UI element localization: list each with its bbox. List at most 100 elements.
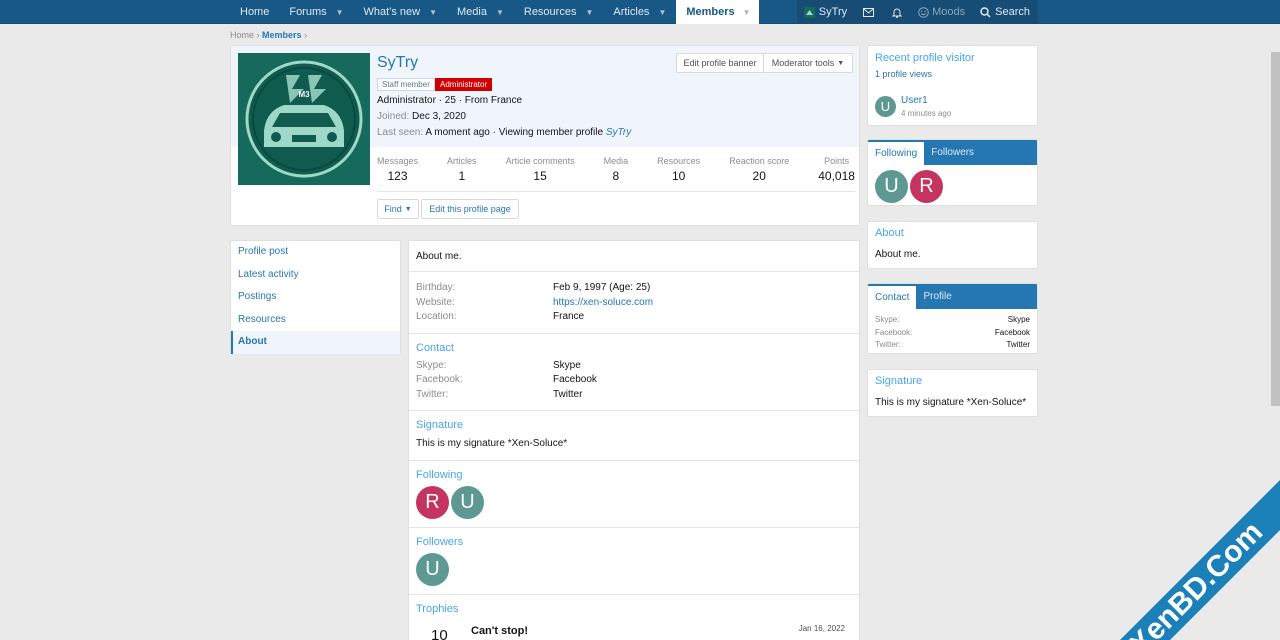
inbox-button[interactable] [854,0,883,24]
user-menu[interactable]: SyTry [797,0,854,24]
skype-value: Skype [1007,315,1030,324]
watermark-text: XenBD.Com [1123,515,1269,640]
breadcrumb-members[interactable]: Members [262,30,302,40]
moods-label: Moods [932,6,966,18]
stat-value: 10 [671,169,686,183]
nav-articles[interactable]: Articles ▼ [603,0,676,24]
twitter-value: Twitter [1006,340,1030,349]
side-about-title: About [875,227,904,239]
tab-profile-post[interactable]: Profile post [231,241,400,264]
bell-icon [892,8,903,18]
stat-label: Messages [377,156,419,166]
find-button[interactable]: Find ▼ [377,199,419,219]
side-twitter-row: Twitter: Twitter [868,339,1037,352]
avatar-logo-text: M3 [298,90,310,99]
skype-label: Skype: [875,315,900,324]
tab-following[interactable]: Following [868,142,925,165]
twitter-label: Twitter: [416,388,449,400]
website-row: Website: https://xen-soluce.com [416,296,852,311]
tab-followers[interactable]: Followers [924,140,981,165]
nav-members-label: Members [686,6,735,18]
avatar-u[interactable]: U [416,553,449,586]
side-facebook-row: Facebook: Facebook [868,327,1037,340]
chevron-down-icon[interactable]: ▼ [429,8,437,17]
profile-joined: Joined: Dec 3, 2020 [377,111,466,122]
chevron-down-icon[interactable]: ▼ [743,8,751,17]
location-label: Location: [416,311,457,322]
breadcrumb-home[interactable]: Home [230,30,254,40]
user-name: SyTry [818,6,848,18]
avatar-u[interactable]: U [875,170,908,203]
about-intro-section: About me. [409,241,859,272]
nav-resources[interactable]: Resources ▼ [514,0,604,24]
chevron-down-icon[interactable]: ▼ [496,8,504,17]
tab-contact[interactable]: Contact [868,286,917,309]
nav-resources-label: Resources [523,6,577,18]
moods-button[interactable]: Moods [911,0,972,24]
chevron-right-icon: › [304,30,308,40]
watermark-logo: XenBD.Com [1120,480,1280,640]
tab-postings[interactable]: Postings [231,286,400,309]
skype-label: Skype: [416,359,447,371]
avatar-r[interactable]: R [910,170,943,203]
alerts-button[interactable] [883,0,911,24]
last-seen-value: A moment ago · Viewing member profile [425,127,604,138]
birthday-row: Birthday: Feb 9, 1997 (Age: 25) [416,281,852,296]
contact-section: Contact Skype: Skype Facebook: Facebook Tw… [409,334,859,411]
facebook-row: Facebook: Facebook [416,373,852,388]
stat-messages[interactable]: Messages 123 [377,156,418,183]
stat-value: 15 [533,169,547,183]
nav-forums[interactable]: Forums ▼ [279,0,353,24]
side-about-block: About About me. [867,221,1038,269]
stat-articles[interactable]: Articles 1 [447,156,477,183]
avatar-u[interactable]: U [451,486,484,519]
user-avatar-icon [803,6,815,18]
signature-title: Signature [416,419,464,431]
envelope-icon [863,7,875,17]
tab-resources[interactable]: Resources [231,309,400,332]
following-section: Following RU [409,461,859,528]
chevron-down-icon[interactable]: ▼ [336,8,344,17]
search-button[interactable]: Search [972,0,1038,24]
admin-badge: Administrator [435,78,493,91]
profile-stats: Messages 123 Articles 1 Article comments 15… [377,156,855,183]
chevron-down-icon[interactable]: ▼ [658,8,666,17]
breadcrumb: Home › Members › [230,30,307,40]
nav-members[interactable]: Members ▼ [676,0,759,24]
tab-profile[interactable]: Profile [916,284,958,309]
website-link[interactable]: https://xen-soluce.com [553,296,653,311]
profile-views-link[interactable]: 1 profile views [868,64,1037,79]
edit-banner-button[interactable]: Edit profile banner [676,53,764,73]
stat-value: 8 [612,169,620,183]
stat-points[interactable]: Points 40,018 [818,156,855,183]
stat-media[interactable]: Media 8 [604,156,629,183]
caret-down-icon: ▼ [404,205,412,213]
joined-label: Joined: [377,111,410,122]
nav-whats-new[interactable]: What's new ▼ [354,0,447,24]
tab-latest-activity[interactable]: Latest activity [231,264,400,287]
chevron-down-icon[interactable]: ▼ [585,8,593,17]
follow-avatars: UR [868,165,1037,205]
visitor-name[interactable]: User1 [901,95,928,106]
stat-resources[interactable]: Resources 10 [657,156,700,183]
avatar-r[interactable]: R [416,486,449,519]
joined-value: Dec 3, 2020 [412,111,466,122]
location-row: Location: France [416,310,852,325]
top-navigation: Home Forums ▼ What's new ▼ Media ▼ Resource… [0,0,1280,24]
visitor-avatar[interactable]: U [875,96,896,117]
nav-home[interactable]: Home [230,0,279,24]
followers-section: Followers U [409,528,859,595]
moderator-tools-button[interactable]: Moderator tools ▼ [763,53,853,73]
last-seen-link[interactable]: SyTry [606,127,631,138]
scrollbar-thumb[interactable] [1271,52,1280,406]
trophy-date: Jan 16, 2022 [798,624,845,633]
side-contact-block: Contact Profile Skype: Skype Facebook: Fac… [867,283,1038,354]
nav-media[interactable]: Media ▼ [447,0,514,24]
divider [377,191,855,192]
stat-reaction-score[interactable]: Reaction score 20 [729,156,789,183]
edit-profile-button[interactable]: Edit this profile page [421,199,519,219]
tab-about[interactable]: About [231,331,400,354]
stat-value: 123 [387,169,408,183]
profile-avatar[interactable]: M3 [238,53,370,185]
stat-article-comments[interactable]: Article comments 15 [506,156,575,183]
